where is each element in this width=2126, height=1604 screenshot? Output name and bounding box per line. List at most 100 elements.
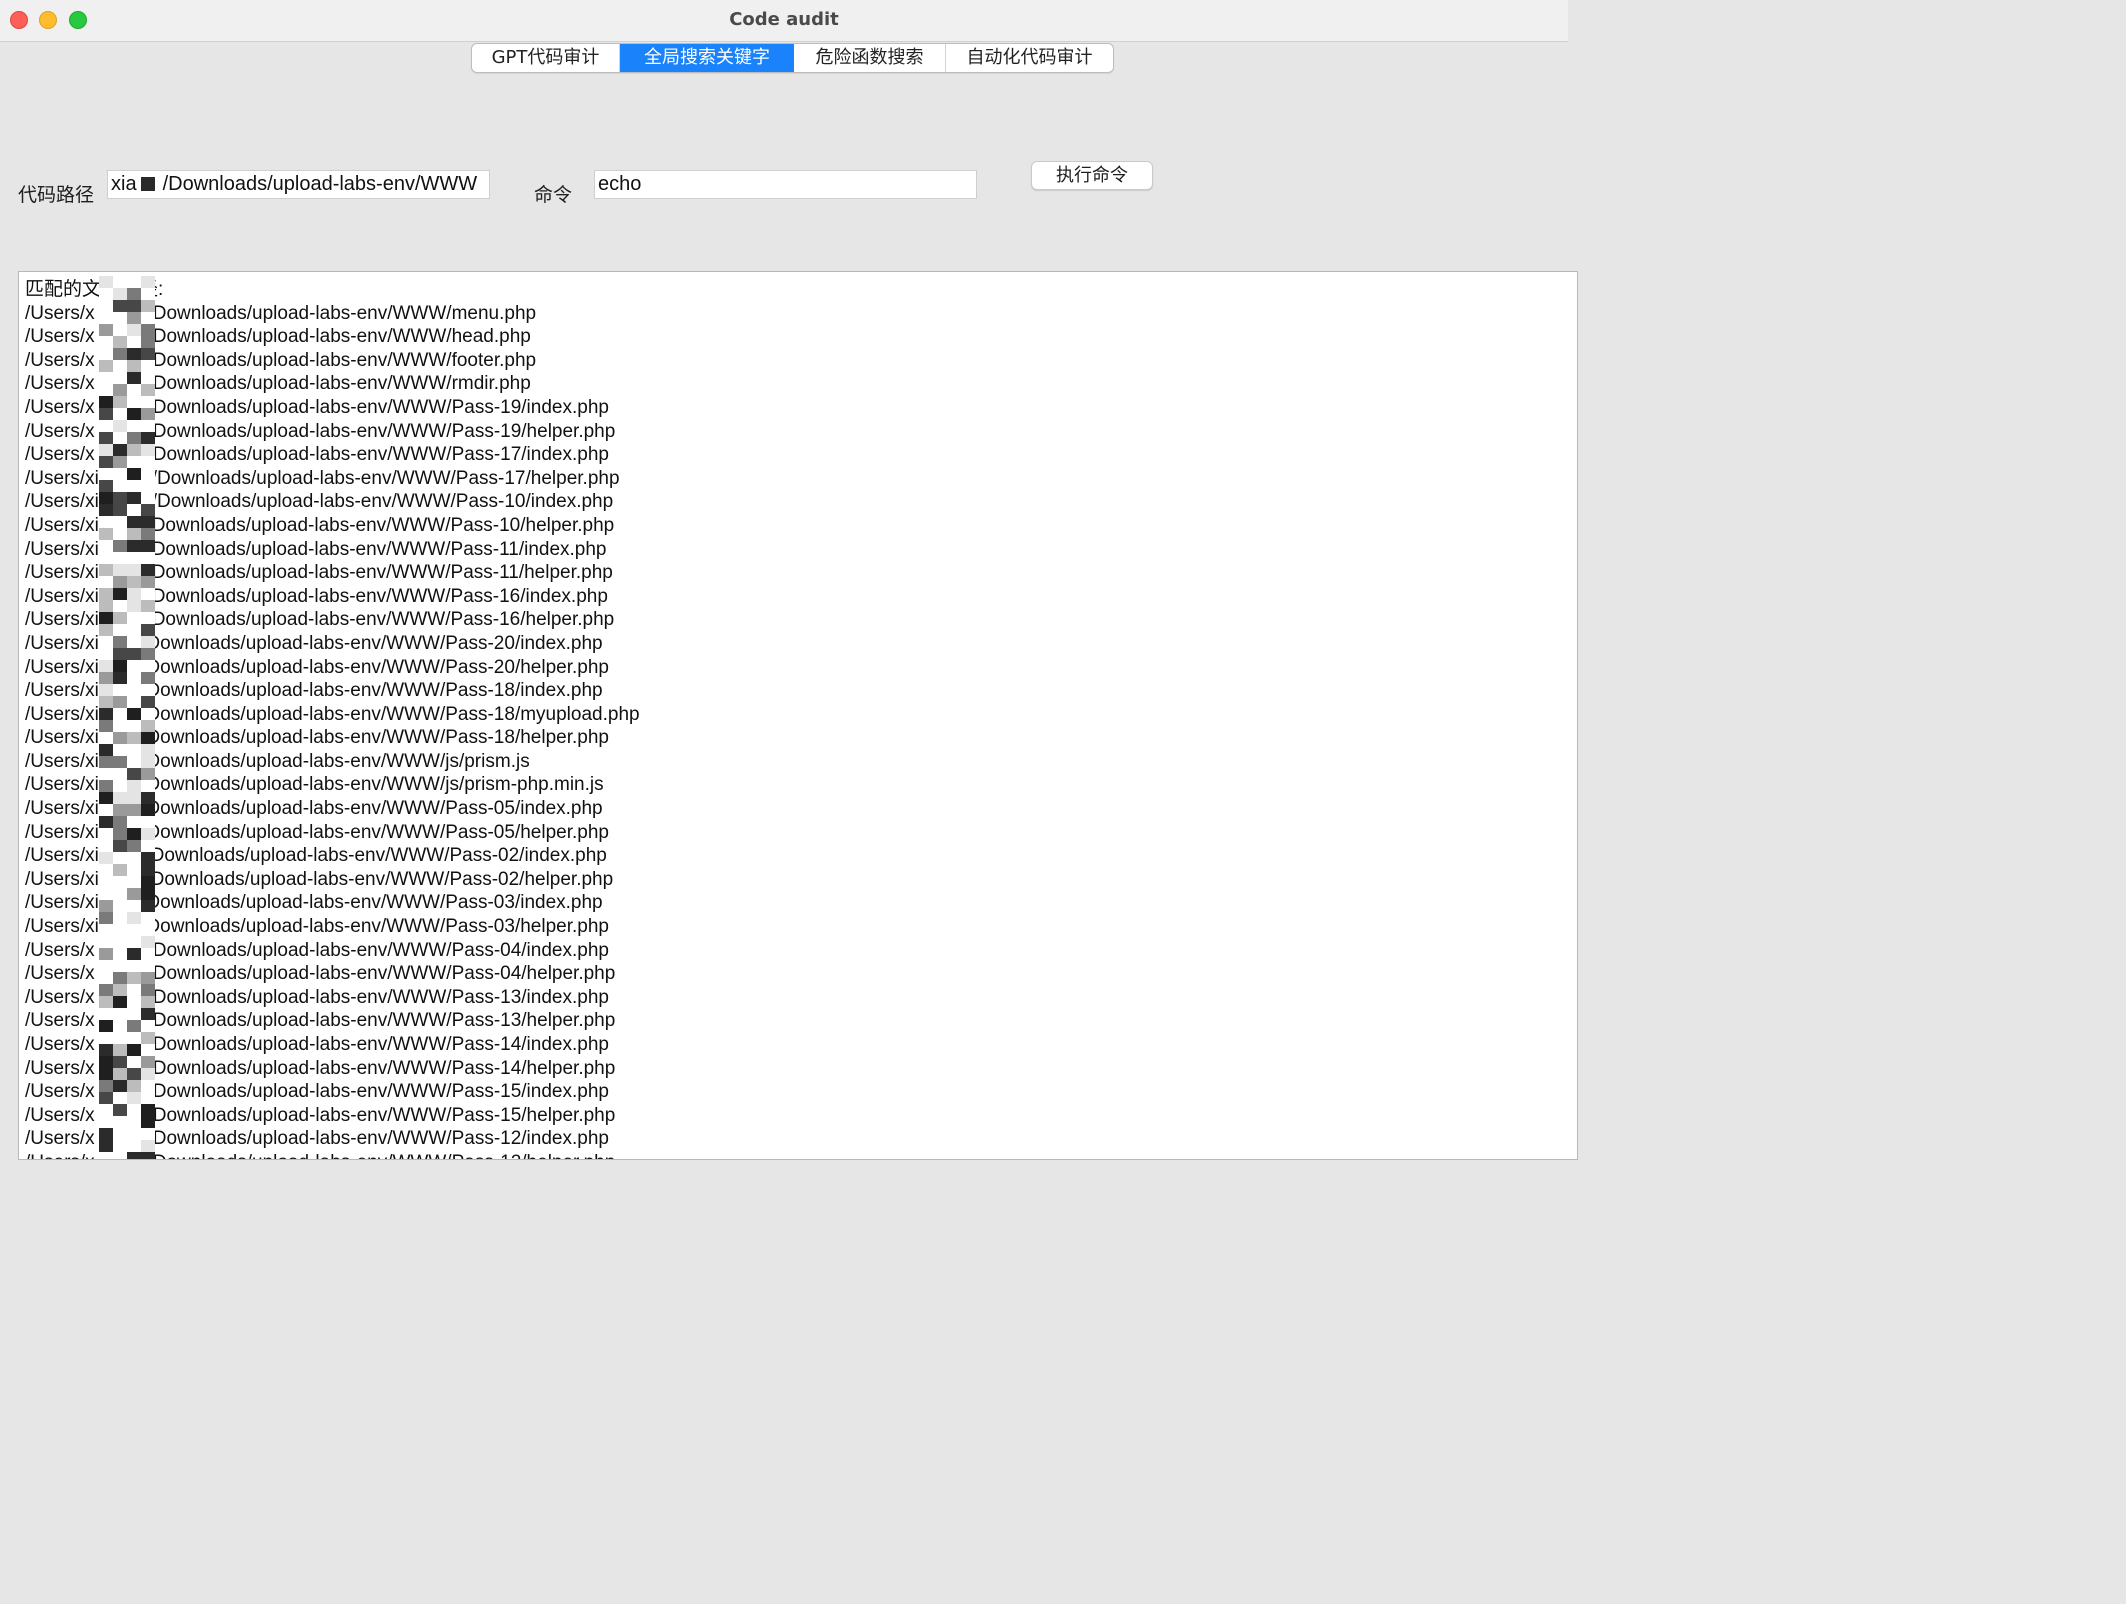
redaction-tile — [141, 528, 155, 540]
redaction-tile — [127, 480, 141, 492]
redaction-tile — [113, 768, 127, 780]
redaction-tile — [99, 504, 113, 516]
redaction-tile — [113, 276, 127, 288]
redaction-block — [140, 177, 155, 191]
redaction-tile — [141, 804, 155, 816]
redaction-tile — [99, 876, 113, 888]
redaction-tile — [141, 984, 155, 996]
redaction-tile — [99, 1008, 113, 1020]
redaction-tile — [127, 1044, 141, 1056]
redaction-tile — [99, 516, 113, 528]
redaction-tile — [127, 396, 141, 408]
code-path-input[interactable]: xia/Downloads/upload-labs-env/WWW — [107, 170, 490, 199]
redaction-tile — [99, 324, 113, 336]
redaction-tile — [127, 360, 141, 372]
redaction-tile — [127, 912, 141, 924]
redaction-tile — [113, 396, 127, 408]
results-textarea[interactable]: 匹配的文件路径: /Users/x u/Downloads/upload-lab… — [18, 271, 1578, 1160]
redaction-tile — [141, 276, 155, 288]
redaction-tile — [113, 1140, 127, 1152]
title-bar: Code audit — [0, 0, 1568, 42]
command-input[interactable]: echo — [594, 170, 977, 199]
redaction-tile — [113, 360, 127, 372]
redaction-tile — [127, 324, 141, 336]
redaction-tile — [99, 480, 113, 492]
redaction-tile — [99, 696, 113, 708]
tab-auto-code-audit[interactable]: 自动化代码审计 — [946, 44, 1113, 72]
redaction-tile — [99, 624, 113, 636]
redaction-tile — [113, 384, 127, 396]
redaction-tile — [127, 648, 141, 660]
redaction-tile — [99, 408, 113, 420]
redaction-tile — [113, 468, 127, 480]
redaction-tile — [113, 528, 127, 540]
redaction-tile — [141, 1008, 155, 1020]
redaction-tile — [113, 600, 127, 612]
redaction-tile — [127, 756, 141, 768]
redaction-tile — [127, 384, 141, 396]
redaction-tile — [127, 552, 141, 564]
redaction-tile — [113, 372, 127, 384]
redaction-tile — [99, 744, 113, 756]
redaction-tile — [127, 336, 141, 348]
redaction-tile — [127, 924, 141, 936]
tab-gpt-code-audit[interactable]: GPT代码审计 — [472, 44, 620, 72]
redaction-tile — [99, 1080, 113, 1092]
redaction-tile — [99, 348, 113, 360]
redaction-tile — [127, 696, 141, 708]
redaction-tile — [99, 432, 113, 444]
redaction-tile — [141, 348, 155, 360]
redaction-tile — [99, 576, 113, 588]
redaction-tile — [127, 1128, 141, 1140]
redaction-tile — [141, 1140, 155, 1152]
redaction-tile — [113, 552, 127, 564]
redaction-tile — [141, 360, 155, 372]
window-title: Code audit — [729, 9, 839, 30]
redaction-tile — [141, 564, 155, 576]
redaction-tile — [113, 780, 127, 792]
redaction-tile — [127, 672, 141, 684]
redaction-tile — [113, 1116, 127, 1128]
redaction-tile — [141, 288, 155, 300]
redaction-tile — [127, 516, 141, 528]
redaction-tile — [141, 888, 155, 900]
redaction-tile — [141, 720, 155, 732]
tab-dangerous-function-search[interactable]: 危险函数搜索 — [794, 44, 946, 72]
redaction-tile — [113, 1080, 127, 1092]
redaction-tile — [141, 504, 155, 516]
redaction-tile — [127, 588, 141, 600]
redaction-tile — [99, 1020, 113, 1032]
redaction-tile — [99, 1140, 113, 1152]
redaction-tile — [127, 972, 141, 984]
redaction-tile — [141, 732, 155, 744]
redaction-tile — [113, 996, 127, 1008]
run-command-button[interactable]: 执行命令 — [1031, 161, 1153, 190]
redaction-tile — [99, 720, 113, 732]
redaction-tile — [141, 1068, 155, 1080]
redaction-tile — [141, 1104, 155, 1116]
redaction-tile — [141, 696, 155, 708]
redaction-tile — [141, 912, 155, 924]
redaction-tile — [141, 336, 155, 348]
redaction-tile — [127, 900, 141, 912]
redaction-tile — [141, 1116, 155, 1128]
redaction-tile — [127, 828, 141, 840]
redaction-tile — [141, 828, 155, 840]
redaction-tile — [127, 288, 141, 300]
redaction-tile — [127, 456, 141, 468]
redaction-tile — [141, 1152, 155, 1159]
redaction-tile — [141, 300, 155, 312]
redaction-tile — [113, 876, 127, 888]
redaction-tile — [99, 636, 113, 648]
redaction-tile — [127, 540, 141, 552]
redaction-tile — [99, 1056, 113, 1068]
redaction-tile — [127, 768, 141, 780]
redaction-tile — [127, 1152, 141, 1159]
redaction-tile — [127, 372, 141, 384]
redaction-tile — [141, 660, 155, 672]
tab-bar: GPT代码审计 全局搜索关键字 危险函数搜索 自动化代码审计 — [471, 43, 1114, 73]
tab-global-keyword-search[interactable]: 全局搜索关键字 — [620, 44, 794, 72]
redaction-tile — [99, 588, 113, 600]
redaction-tile — [141, 468, 155, 480]
redaction-tile — [113, 840, 127, 852]
